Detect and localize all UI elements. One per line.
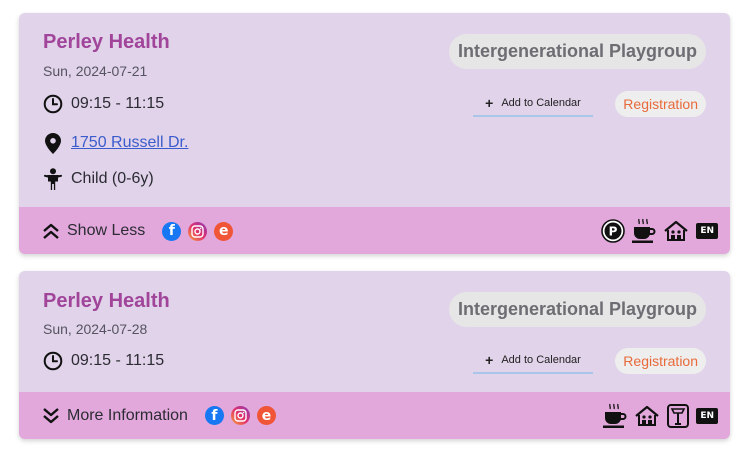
social-links: f e	[155, 221, 234, 241]
event-date: Sun, 2024-07-28	[43, 321, 148, 337]
registration-button[interactable]: Registration	[615, 91, 706, 117]
add-to-calendar-label: Add to Calendar	[501, 97, 581, 109]
plus-icon: +	[485, 95, 494, 111]
add-to-calendar-label: Add to Calendar	[501, 354, 581, 366]
registration-button[interactable]: Registration	[615, 348, 706, 374]
child-icon	[43, 168, 63, 190]
event-footer: More Information f e EN	[19, 392, 730, 439]
english-badge: EN	[696, 223, 718, 239]
eventbrite-icon[interactable]: e	[214, 221, 234, 241]
add-to-calendar-button[interactable]: + Add to Calendar	[473, 91, 593, 117]
event-location-link[interactable]: 1750 Russell Dr.	[71, 134, 188, 152]
home-icon	[634, 405, 660, 427]
event-footer: Show Less f e P EN	[19, 207, 730, 254]
instagram-icon[interactable]	[188, 221, 208, 241]
event-time-row: 09:15 - 11:15	[43, 350, 164, 372]
home-icon	[663, 220, 689, 242]
toggle-label: More Information	[67, 406, 188, 424]
svg-text:P: P	[609, 225, 618, 239]
clock-icon	[43, 93, 63, 115]
amenity-icons: EN	[596, 392, 718, 439]
parking-icon: P	[601, 219, 626, 243]
event-age-row: Child (0-6y)	[43, 168, 154, 190]
facebook-icon[interactable]: f	[162, 221, 182, 241]
map-pin-icon	[43, 132, 63, 154]
add-to-calendar-button[interactable]: + Add to Calendar	[473, 348, 593, 374]
event-date: Sun, 2024-07-21	[43, 63, 148, 79]
event-location-row: 1750 Russell Dr.	[43, 132, 188, 154]
social-links: f e	[198, 406, 276, 425]
coffee-icon	[632, 218, 656, 244]
more-information-toggle[interactable]: More Information	[41, 406, 188, 426]
event-organizer: Perley Health	[43, 290, 170, 312]
eventbrite-icon[interactable]: e	[256, 406, 276, 425]
event-age-group: Child (0-6y)	[71, 170, 154, 187]
event-time: 09:15 - 11:15	[71, 352, 165, 369]
chevron-double-down-icon	[43, 407, 59, 423]
amenity-icons: P EN	[594, 207, 718, 254]
coffee-icon	[603, 403, 627, 429]
event-time: 09:15 - 11:15	[71, 95, 165, 112]
plus-icon: +	[485, 352, 494, 368]
clock-icon	[43, 350, 63, 372]
event-title-badge: Intergenerational Playgroup	[448, 292, 706, 327]
toggle-label: Show Less	[67, 222, 146, 239]
scale-icon	[667, 403, 690, 428]
event-time-row: 09:15 - 11:15	[43, 93, 164, 115]
english-badge: EN	[696, 407, 718, 424]
event-card: Perley Health Sun, 2024-07-28 09:15 - 11…	[19, 271, 730, 439]
instagram-icon[interactable]	[230, 406, 250, 425]
event-title-badge: Intergenerational Playgroup	[448, 34, 706, 69]
event-card: Perley Health Sun, 2024-07-21 09:15 - 11…	[19, 13, 730, 254]
chevron-double-up-icon	[43, 223, 59, 239]
event-organizer: Perley Health	[43, 31, 170, 53]
facebook-icon[interactable]: f	[204, 406, 224, 425]
show-less-toggle[interactable]: Show Less	[41, 221, 145, 241]
